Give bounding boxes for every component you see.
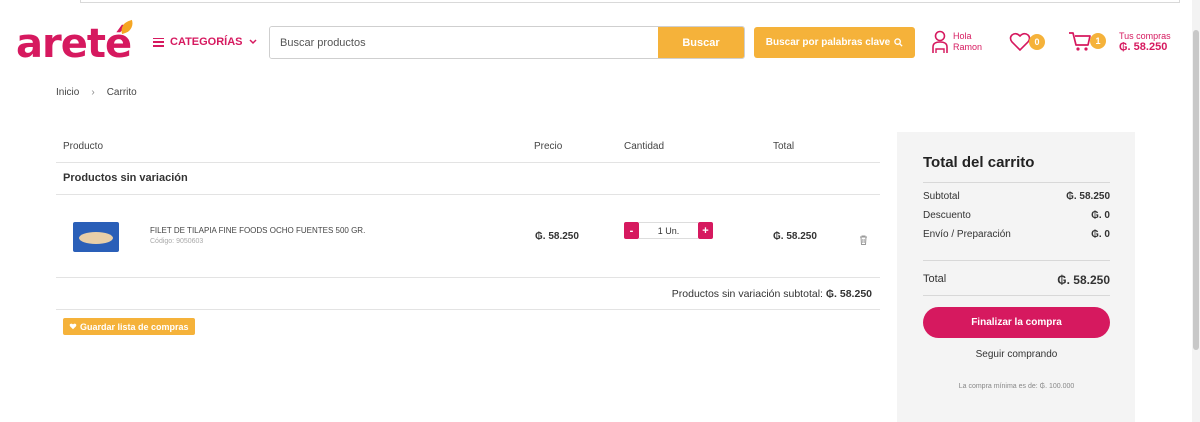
favorites-button[interactable]: 0 (1009, 32, 1045, 52)
product-thumbnail[interactable] (73, 222, 119, 252)
subtotal-label: Subtotal (923, 191, 960, 202)
logo[interactable]: areté (16, 19, 136, 67)
trash-icon[interactable] (859, 235, 868, 245)
divider (923, 260, 1110, 261)
divider (923, 295, 1110, 296)
group-subtotal: Productos sin variación subtotal: ₲. 58.… (672, 288, 872, 300)
product-group-title: Productos sin variación (63, 172, 188, 184)
cart-total-header: ₲. 58.250 (1119, 41, 1168, 53)
header-quantity: Cantidad (624, 141, 665, 152)
summary-shipping-row: Envío / Preparación ₲. 0 (923, 229, 1110, 240)
quantity-increase-button[interactable]: + (698, 222, 713, 239)
save-shopping-list-button[interactable]: Guardar lista de compras (63, 318, 195, 335)
table-header: Producto Precio Cantidad Total (56, 132, 880, 163)
shipping-value: ₲. 0 (1091, 229, 1110, 240)
user-name: Ramon (953, 42, 983, 52)
product-total: ₲. 58.250 (773, 231, 817, 242)
search-bar: Buscar (269, 26, 745, 59)
total-label: Total (923, 273, 947, 285)
search-input[interactable] (270, 27, 658, 58)
product-group-header: Productos sin variación (56, 163, 880, 195)
product-code: Código: 9050603 (150, 238, 204, 245)
user-account[interactable]: Hola Ramon (932, 30, 982, 54)
summary-discount-row: Descuento ₲. 0 (923, 210, 1110, 221)
categories-menu[interactable]: CATEGORÍAS (153, 36, 257, 48)
search-icon (894, 38, 903, 47)
table-row: FILET DE TILAPIA FINE FOODS OCHO FUENTES… (56, 195, 880, 278)
logo-text: areté (16, 21, 132, 67)
window-top-frame (80, 0, 1180, 3)
cart-icon (1069, 32, 1091, 51)
hamburger-icon (153, 37, 164, 47)
user-greeting: Hola (953, 31, 972, 41)
search-button[interactable]: Buscar (658, 27, 744, 58)
cart-summary-panel: Total del carrito Subtotal ₲. 58.250 Des… (897, 132, 1135, 422)
breadcrumb: Inicio › Carrito (56, 87, 137, 98)
header-product: Producto (63, 141, 104, 152)
product-name[interactable]: FILET DE TILAPIA FINE FOODS OCHO FUENTES… (150, 226, 365, 235)
favorites-count-badge: 0 (1029, 34, 1045, 50)
categories-label: CATEGORÍAS (170, 36, 243, 48)
breadcrumb-home[interactable]: Inicio (56, 87, 79, 98)
summary-subtotal-row: Subtotal ₲. 58.250 (923, 191, 1110, 202)
keyword-search-button[interactable]: Buscar por palabras clave (754, 27, 915, 58)
header-price: Precio (534, 141, 563, 152)
discount-value: ₲. 0 (1091, 210, 1110, 221)
user-icon (932, 30, 948, 53)
heart-icon (69, 323, 77, 330)
total-value: ₲. 58.250 (1057, 273, 1110, 287)
shipping-label: Envío / Preparación (923, 229, 1011, 240)
continue-shopping-link[interactable]: Seguir comprando (923, 349, 1110, 360)
scrollbar-thumb[interactable] (1193, 30, 1199, 350)
group-subtotal-row: Productos sin variación subtotal: ₲. 58.… (56, 278, 880, 310)
minimum-purchase-note: La compra mínima es de: ₲. 100.000 (958, 383, 1075, 390)
group-subtotal-value: ₲. 58.250 (825, 288, 872, 300)
subtotal-value: ₲. 58.250 (1066, 191, 1110, 202)
cart-table: Producto Precio Cantidad Total Productos… (56, 132, 880, 310)
summary-title: Total del carrito (923, 154, 1035, 171)
breadcrumb-current: Carrito (106, 87, 137, 98)
cart-count-badge: 1 (1090, 33, 1106, 49)
breadcrumb-separator: › (91, 87, 95, 98)
discount-label: Descuento (923, 210, 971, 221)
quantity-value[interactable]: 1 Un. (639, 222, 698, 239)
quantity-decrease-button[interactable]: - (624, 222, 639, 239)
cart-summary-link[interactable]: Tus compras ₲. 58.250 (1119, 31, 1171, 53)
product-price: ₲. 58.250 (535, 231, 579, 242)
quantity-stepper: - 1 Un. + (624, 222, 713, 239)
heart-icon (1009, 32, 1031, 52)
save-shopping-list-label: Guardar lista de compras (80, 321, 189, 332)
summary-total-row: Total ₲. 58.250 (923, 273, 1110, 287)
cart-button[interactable]: 1 (1068, 30, 1106, 52)
checkout-button[interactable]: Finalizar la compra (923, 307, 1110, 338)
group-subtotal-label: Productos sin variación subtotal: (671, 288, 826, 300)
header-total: Total (773, 141, 795, 152)
chevron-down-icon (249, 39, 257, 45)
divider (923, 182, 1110, 183)
keyword-search-label: Buscar por palabras clave (765, 37, 891, 48)
page-scrollbar[interactable] (1192, 0, 1200, 422)
